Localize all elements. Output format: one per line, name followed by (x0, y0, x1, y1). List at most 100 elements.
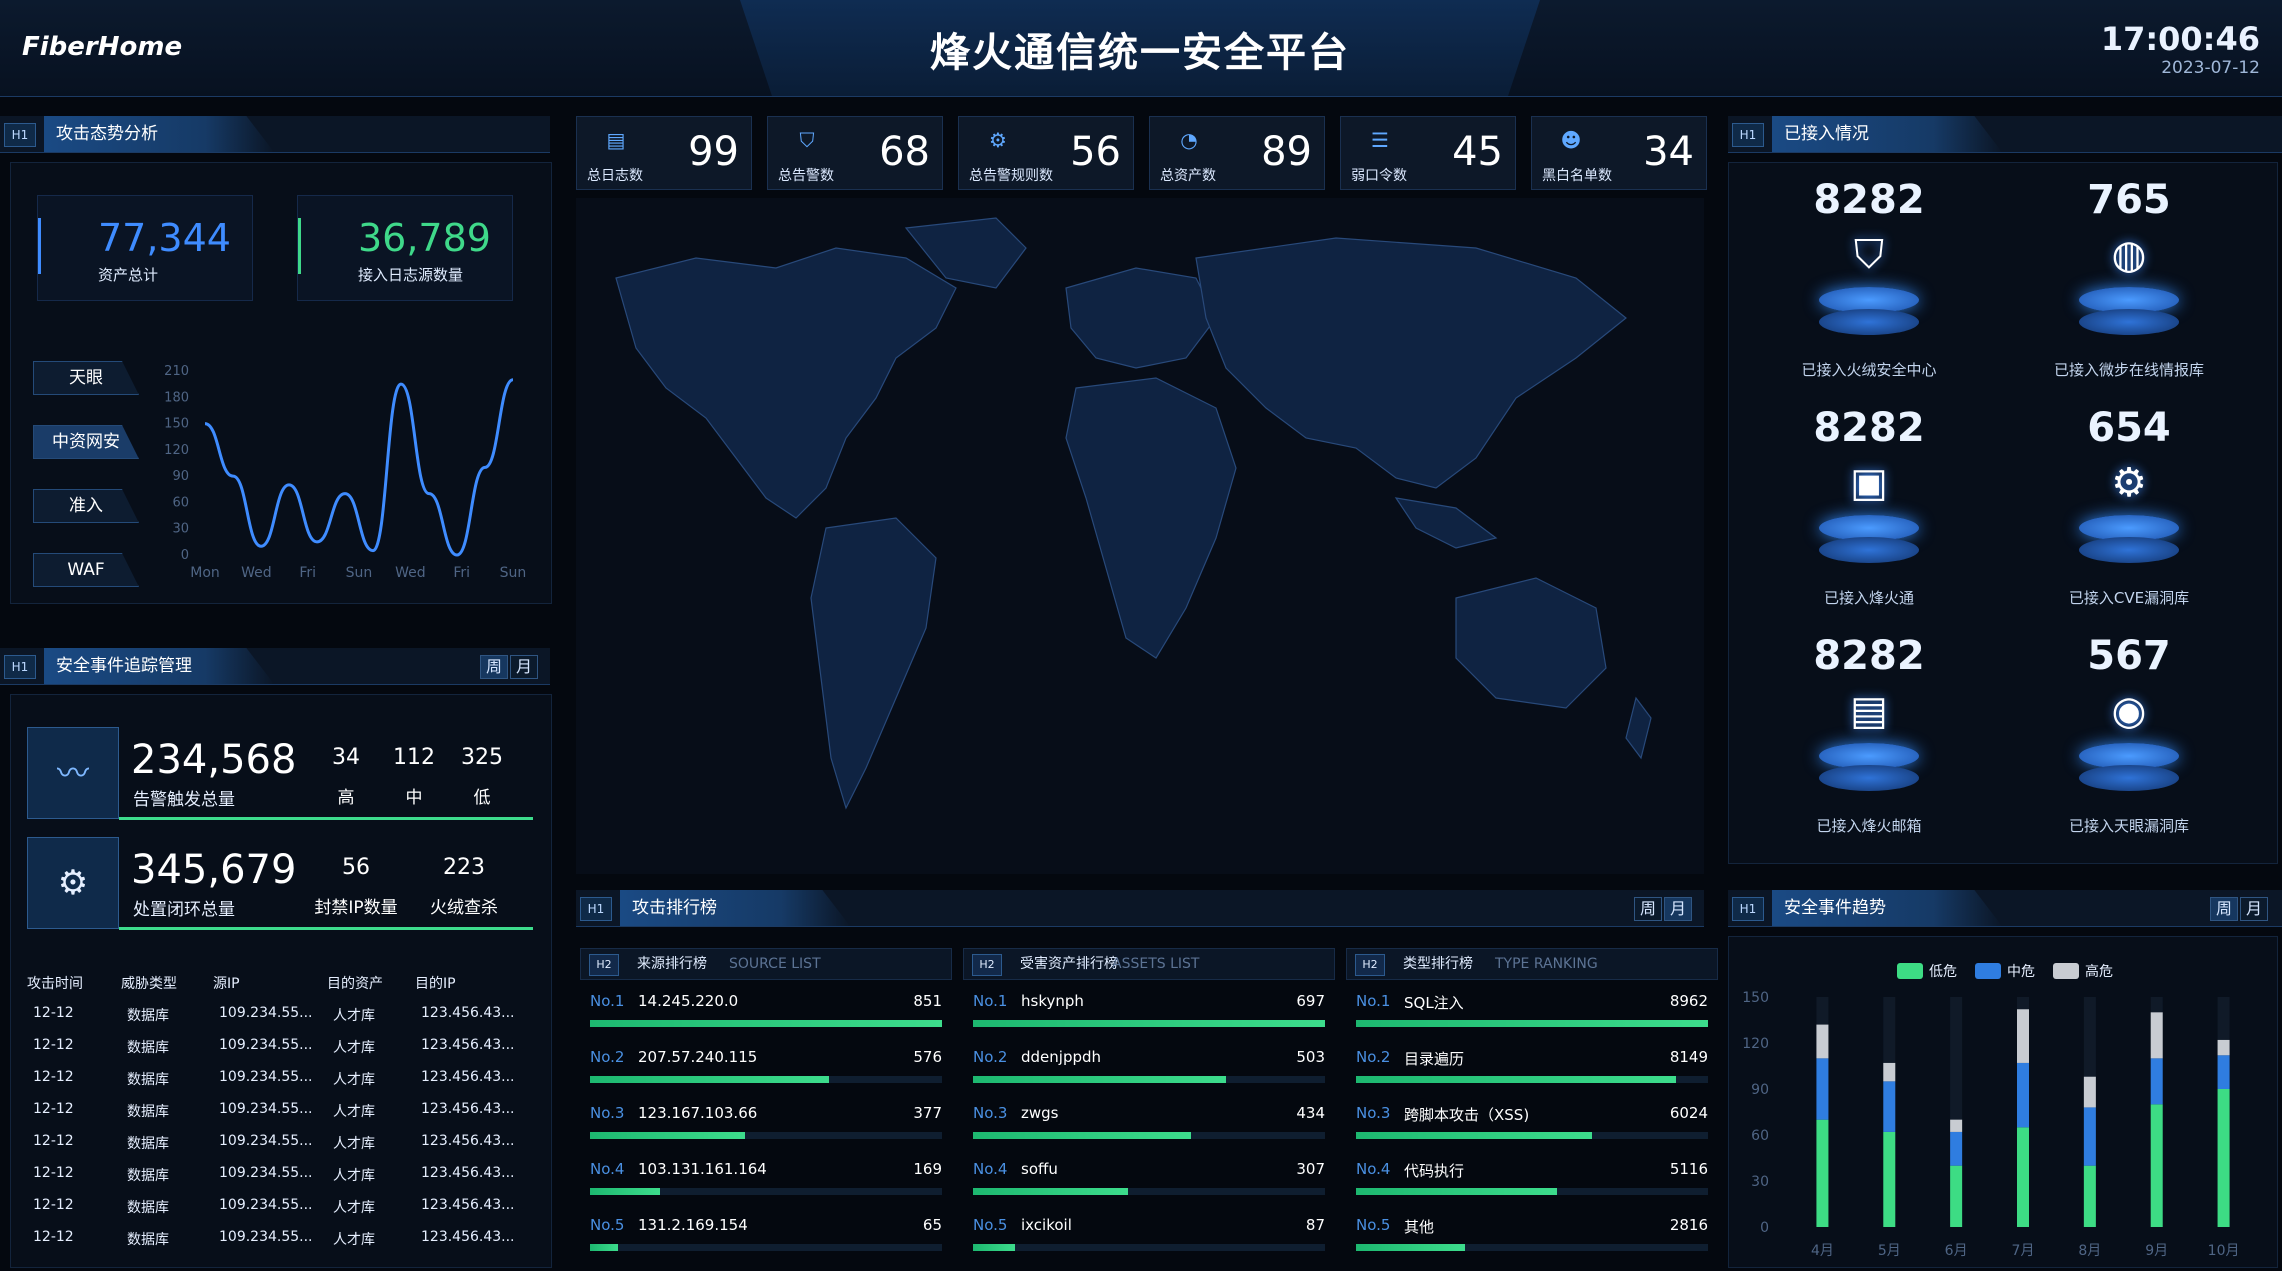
connected-item[interactable]: 8282 ▤ 已接入烽火邮箱 (1739, 633, 1999, 836)
y-tick-label: 150 (164, 417, 189, 432)
y-tick-label: 150 (1742, 990, 1769, 1006)
ranking-item[interactable]: No.3 zwgs 434 (963, 1092, 1335, 1148)
tab-zhongzi[interactable]: 中资网安 (33, 425, 139, 459)
table-cell: 人才库 (333, 1232, 375, 1248)
ranking-item[interactable]: No.1 14.245.220.0 851 (580, 980, 952, 1036)
bar-segment (2150, 1012, 2163, 1059)
stat-value: 56 (1070, 129, 1121, 175)
week-toggle[interactable]: 周 (1634, 897, 1662, 921)
table-cell: 人才库 (333, 1072, 375, 1088)
events-section-title: 安全事件追踪管理 (44, 648, 274, 684)
tab-tianyan[interactable]: 天眼 (33, 361, 139, 395)
ranking-item[interactable]: No.1 SQL注入 8962 (1346, 980, 1718, 1036)
week-toggle[interactable]: 周 (2210, 897, 2238, 921)
table-row[interactable]: 12-12 数据库 109.234.55... 人才库 123.456.43... (11, 1189, 515, 1221)
rank-bar-track (973, 1020, 1325, 1027)
tab-zhunru[interactable]: 准入 (33, 489, 139, 523)
ranking-item[interactable]: No.4 103.131.161.164 169 (580, 1148, 952, 1204)
cube-icon: ▣ (1850, 460, 1888, 506)
table-cell: 12-12 (33, 1069, 74, 1085)
month-toggle[interactable]: 月 (2240, 897, 2268, 921)
table-row[interactable]: 12-12 数据库 109.234.55... 人才库 123.456.43... (11, 997, 515, 1029)
stat-value: 45 (1452, 129, 1503, 175)
ranking-column: H2 来源排行榜 SOURCE LIST No.1 14.245.220.0 851 No.… (580, 948, 952, 1260)
table-cell: 数据库 (127, 1168, 169, 1184)
x-tick-label: 6月 (1945, 1243, 1968, 1259)
table-row[interactable]: 12-12 数据库 109.234.55... 人才库 123.456.43... (11, 1157, 515, 1189)
rank-bar-fill (1356, 1076, 1677, 1083)
table-row[interactable]: 12-12 数据库 109.234.55... 人才库 123.456.43... (11, 1029, 515, 1061)
rank-number: No.2 (973, 1048, 1008, 1066)
stat-card[interactable]: ⚙ 总告警规则数 56 (958, 116, 1134, 190)
world-map[interactable] (576, 198, 1704, 874)
month-toggle[interactable]: 月 (1664, 897, 1692, 921)
y-tick-label: 210 (164, 364, 189, 379)
y-tick-label: 60 (1751, 1128, 1769, 1144)
stat-card[interactable]: ▤ 总日志数 99 (576, 116, 752, 190)
rank-name: ddenjppdh (1021, 1048, 1102, 1066)
tab-waf[interactable]: WAF (33, 553, 139, 587)
ranking-item[interactable]: No.2 ddenjppdh 503 (963, 1036, 1335, 1092)
bar-segment (1883, 1081, 1896, 1132)
stat-card[interactable]: ☻ 黑白名单数 34 (1531, 116, 1707, 190)
ranking-item[interactable]: No.4 soffu 307 (963, 1148, 1335, 1204)
eye-icon: ◉ (2111, 688, 2147, 734)
week-toggle[interactable]: 周 (480, 655, 508, 679)
x-tick-label: 7月 (2012, 1243, 2035, 1259)
bar-segment (1950, 1131, 1963, 1166)
table-row[interactable]: 12-12 数据库 109.234.55... 人才库 123.456.43... (11, 1093, 515, 1125)
rank-number: No.2 (1356, 1048, 1391, 1066)
table-cell: 12-12 (33, 1133, 74, 1149)
ranking-item[interactable]: No.3 123.167.103.66 377 (580, 1092, 952, 1148)
ranking-item[interactable]: No.5 ixcikoil 87 (963, 1204, 1335, 1260)
h1-tag: H1 (4, 123, 36, 147)
connected-item[interactable]: 8282 ▣ 已接入烽火通 (1739, 405, 1999, 608)
ranking-subtitle: ASSETS LIST (1112, 956, 1200, 972)
alert-total: 234,568 (131, 737, 297, 783)
rank-bar-fill (1356, 1188, 1557, 1195)
ranking-item[interactable]: No.5 131.2.169.154 65 (580, 1204, 952, 1260)
table-row[interactable]: 12-12 数据库 109.234.55... 人才库 123.456.43... (11, 1061, 515, 1093)
stat-label: 总资产数 (1160, 168, 1216, 184)
connected-label: 已接入烽火邮箱 (1816, 817, 1922, 835)
table-cell: 12-12 (33, 1037, 74, 1053)
stat-card[interactable]: ◔ 总资产数 89 (1149, 116, 1325, 190)
continent-asia (1195, 237, 1627, 489)
pedestal-disc (1819, 309, 1919, 335)
ranking-column-header: H2 受害资产排行榜 ASSETS LIST (963, 948, 1335, 980)
stat-card[interactable]: ⛉ 总告警数 68 (767, 116, 943, 190)
rank-number: No.5 (590, 1216, 625, 1234)
bar-segment (2150, 1058, 2163, 1105)
ranking-item[interactable]: No.2 207.57.240.115 576 (580, 1036, 952, 1092)
table-cell: 109.234.55... (219, 1197, 313, 1213)
ranking-item[interactable]: No.1 hskynph 697 (963, 980, 1335, 1036)
ranking-item[interactable]: No.3 跨脚本攻击（XSS) 6024 (1346, 1092, 1718, 1148)
ranking-section-title: 攻击排行榜 (620, 890, 850, 926)
table-cell: 12-12 (33, 1197, 74, 1213)
rank-bar-track (590, 1076, 942, 1083)
connected-item[interactable]: 567 ◉ 已接入天眼漏洞库 (1999, 633, 2259, 836)
ranking-item[interactable]: No.5 其他 2816 (1346, 1204, 1718, 1260)
bar-segment (2217, 1055, 2230, 1089)
table-cell: 109.234.55... (219, 1133, 313, 1149)
table-row[interactable]: 12-12 数据库 109.234.55... 人才库 123.456.43... (11, 1125, 515, 1157)
rank-bar-fill (973, 1132, 1192, 1139)
stat-card[interactable]: ☰ 弱口令数 45 (1340, 116, 1516, 190)
clock-time: 17:00:46 (2100, 20, 2260, 58)
month-toggle[interactable]: 月 (510, 655, 538, 679)
rank-number: No.3 (590, 1104, 625, 1122)
connected-item[interactable]: 765 ◍ 已接入微步在线情报库 (1999, 177, 2259, 380)
ranking-item[interactable]: No.4 代码执行 5116 (1346, 1148, 1718, 1204)
rank-value: 377 (913, 1104, 942, 1122)
table-row[interactable]: 12-12 数据库 109.234.55... 人才库 123.456.43... (11, 1221, 515, 1253)
bar-segment (2150, 1104, 2163, 1227)
ranking-column: H2 类型排行榜 TYPE RANKING No.1 SQL注入 8962 No.2 目录遍历… (1346, 948, 1718, 1260)
bar-segment (1816, 1058, 1829, 1120)
connected-item[interactable]: 8282 ⛉ 已接入火绒安全中心 (1739, 177, 1999, 380)
connected-item[interactable]: 654 ⚙ 已接入CVE漏洞库 (1999, 405, 2259, 608)
world-map-svg (615, 217, 1652, 810)
ranking-item[interactable]: No.2 目录遍历 8149 (1346, 1036, 1718, 1092)
handled-label: 处置闭环总量 (133, 900, 235, 920)
table-cell: 123.456.43... (421, 1197, 515, 1213)
pedestal-disc (2079, 765, 2179, 791)
